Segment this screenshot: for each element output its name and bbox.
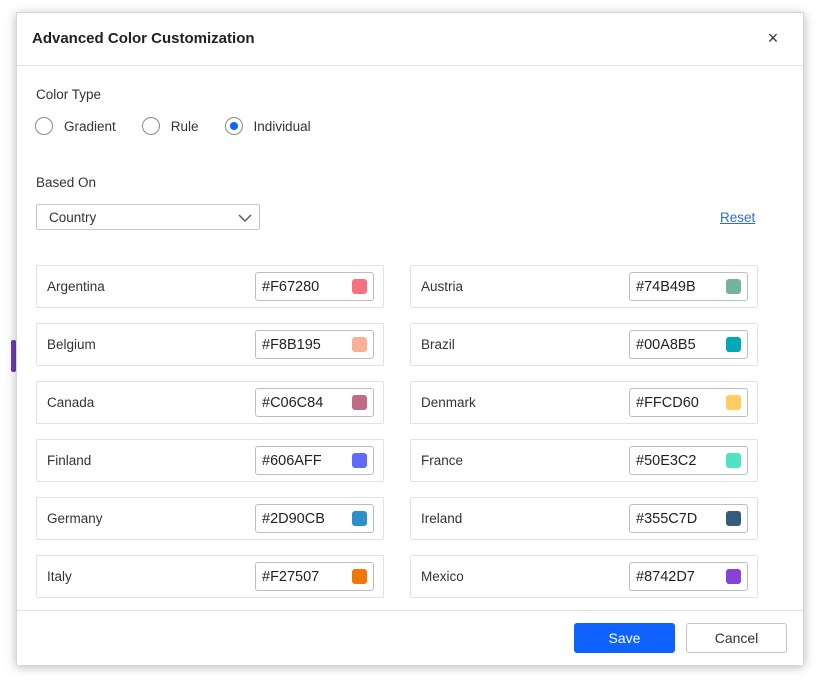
color-row-label: Belgium <box>47 337 96 352</box>
hex-color-value: #50E3C2 <box>636 453 697 469</box>
color-row-brazil: Brazil #00A8B5 <box>410 323 758 366</box>
color-row-ireland: Ireland #355C7D <box>410 497 758 540</box>
hex-color-input[interactable]: #606AFF <box>255 446 374 475</box>
color-row-italy: Italy #F27507 <box>36 555 384 598</box>
hex-color-input[interactable]: #00A8B5 <box>629 330 748 359</box>
hex-color-input[interactable]: #8742D7 <box>629 562 748 591</box>
based-on-label: Based On <box>36 175 97 190</box>
color-customization-dialog: Advanced Color Customization × Color Typ… <box>16 12 804 665</box>
color-swatch[interactable] <box>352 337 367 352</box>
radio-circle-icon[interactable] <box>141 117 160 135</box>
radio-rule[interactable]: Rule <box>141 117 199 135</box>
color-row-finland: Finland #606AFF <box>36 439 384 482</box>
chevron-down-icon <box>238 214 252 222</box>
color-swatch[interactable] <box>352 453 367 468</box>
hex-color-input[interactable]: #74B49B <box>629 272 748 301</box>
color-type-radio-group: Gradient Rule Individual <box>35 117 337 135</box>
color-swatch[interactable] <box>352 569 367 584</box>
hex-color-value: #C06C84 <box>262 395 324 411</box>
color-row-france: France #50E3C2 <box>410 439 758 482</box>
hex-color-value: #FFCD60 <box>636 395 699 411</box>
color-row-denmark: Denmark #FFCD60 <box>410 381 758 424</box>
color-type-label: Color Type <box>36 87 102 102</box>
hex-color-value: #355C7D <box>636 511 698 527</box>
based-on-value: Country <box>49 210 97 225</box>
radio-gradient[interactable]: Gradient <box>35 117 116 135</box>
color-swatch[interactable] <box>726 337 741 352</box>
based-on-select[interactable]: Country <box>36 204 260 230</box>
radio-circle-icon[interactable] <box>35 117 53 135</box>
radio-individual-label: Individual <box>253 118 311 134</box>
color-row-argentina: Argentina #F67280 <box>36 265 384 308</box>
dialog-footer: Save Cancel <box>17 610 803 665</box>
color-row-label: Austria <box>421 279 464 294</box>
hex-color-value: #F67280 <box>262 279 320 295</box>
save-button[interactable]: Save <box>574 623 675 653</box>
color-swatch[interactable] <box>726 511 741 526</box>
color-row-canada: Canada #C06C84 <box>36 381 384 424</box>
radio-gradient-label: Gradient <box>64 118 116 134</box>
hex-color-value: #74B49B <box>636 279 696 295</box>
color-swatch[interactable] <box>352 279 367 294</box>
color-row-label: Brazil <box>421 337 455 352</box>
hex-color-value: #F27507 <box>262 569 320 585</box>
hex-color-input[interactable]: #355C7D <box>629 504 748 533</box>
color-row-mexico: Mexico #8742D7 <box>410 555 758 598</box>
dialog-header: Advanced Color Customization × <box>17 13 803 66</box>
color-row-label: Ireland <box>421 511 463 526</box>
hex-color-value: #F8B195 <box>262 337 321 353</box>
hex-color-value: #8742D7 <box>636 569 695 585</box>
cancel-button[interactable]: Cancel <box>686 623 787 653</box>
color-row-label: Canada <box>47 395 95 410</box>
color-row-label: Germany <box>47 511 103 526</box>
color-swatch[interactable] <box>352 511 367 526</box>
color-swatch[interactable] <box>726 453 741 468</box>
color-row-belgium: Belgium #F8B195 <box>36 323 384 366</box>
color-row-label: Argentina <box>47 279 105 294</box>
hex-color-value: #606AFF <box>262 453 322 469</box>
radio-checked-icon[interactable] <box>224 117 243 135</box>
hex-color-input[interactable]: #50E3C2 <box>629 446 748 475</box>
hex-color-input[interactable]: #2D90CB <box>255 504 374 533</box>
hex-color-input[interactable]: #C06C84 <box>255 388 374 417</box>
hex-color-input[interactable]: #FFCD60 <box>629 388 748 417</box>
hex-color-value: #2D90CB <box>262 511 325 527</box>
dialog-title: Advanced Color Customization <box>32 30 255 47</box>
color-row-label: Finland <box>47 453 92 468</box>
color-row-germany: Germany #2D90CB <box>36 497 384 540</box>
hex-color-value: #00A8B5 <box>636 337 696 353</box>
hex-color-input[interactable]: #F67280 <box>255 272 374 301</box>
color-row-label: Denmark <box>421 395 476 410</box>
color-row-label: Italy <box>47 569 72 584</box>
color-row-austria: Austria #74B49B <box>410 265 758 308</box>
color-swatch[interactable] <box>726 569 741 584</box>
color-row-label: France <box>421 453 464 468</box>
color-swatch[interactable] <box>726 279 741 294</box>
hex-color-input[interactable]: #F27507 <box>255 562 374 591</box>
color-row-label: Mexico <box>421 569 464 584</box>
color-swatch[interactable] <box>352 395 367 410</box>
reset-link[interactable]: Reset <box>720 210 755 225</box>
hex-color-input[interactable]: #F8B195 <box>255 330 374 359</box>
color-mapping-grid: Argentina #F67280 Austria #74B49B Belgium #F8… <box>36 265 758 598</box>
radio-rule-label: Rule <box>170 118 199 134</box>
close-icon[interactable]: × <box>763 27 783 49</box>
radio-individual[interactable]: Individual <box>224 117 311 135</box>
color-swatch[interactable] <box>726 395 741 410</box>
